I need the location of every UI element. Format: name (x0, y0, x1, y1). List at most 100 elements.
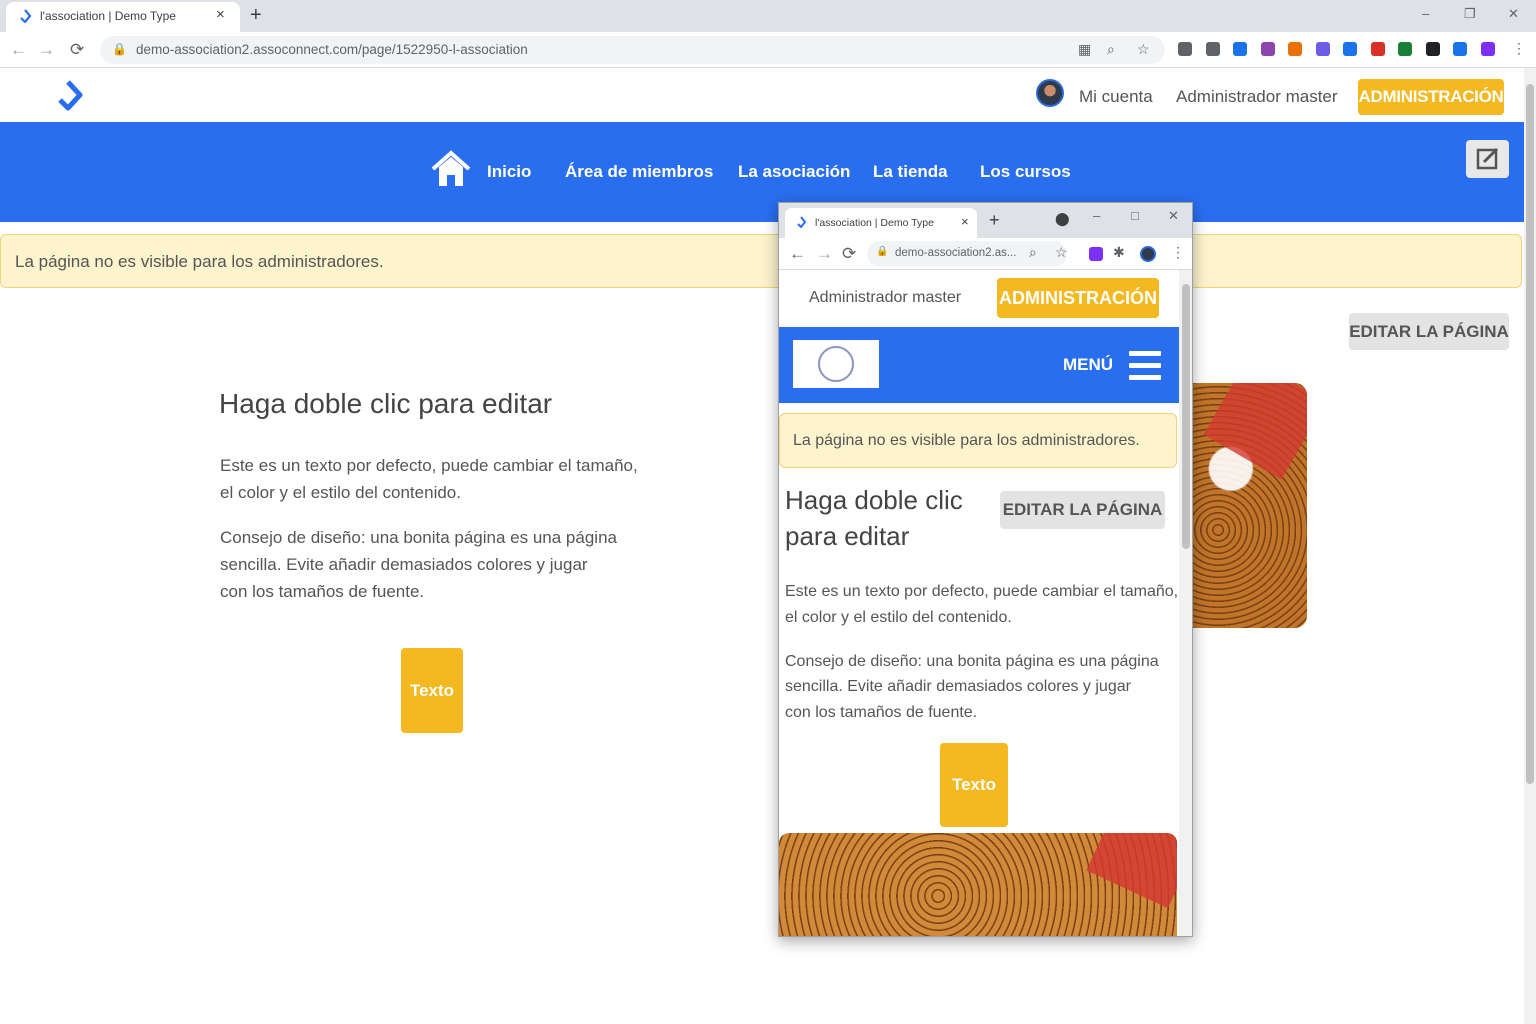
popup-paragraph-line[interactable]: con los tamaños de fuente. (785, 700, 977, 726)
browser-extension-icon[interactable] (1260, 42, 1275, 56)
popup-back-icon[interactable]: ← (789, 244, 806, 264)
popup-edit-page-button[interactable]: EDITAR LA PÁGINA (1000, 491, 1165, 529)
popup-scrollbar-thumb[interactable] (1182, 284, 1190, 549)
bookmark-star-icon[interactable]: ☆ (1137, 41, 1150, 58)
admin-master-link[interactable]: Administrador master (1176, 87, 1338, 107)
popup-paragraph-line[interactable]: sencilla. Evite añadir demasiados colore… (785, 674, 1131, 700)
new-tab-button[interactable]: + (250, 4, 262, 27)
browser-extension-icon[interactable] (1480, 42, 1495, 56)
popup-address-bar[interactable]: 🔒 demo-association2.as... (867, 241, 1067, 267)
paragraph-line[interactable]: Este es un texto por defecto, puede camb… (220, 452, 638, 479)
restore-icon[interactable]: ❐ (1464, 6, 1476, 22)
paragraph-line[interactable]: sencilla. Evite añadir demasiados colore… (220, 551, 588, 578)
popup-scrollbar[interactable] (1179, 270, 1192, 936)
popup-lock-icon: 🔒 (876, 246, 889, 257)
browser-extension-icon[interactable] (1315, 42, 1330, 56)
browser-tab[interactable]: l'association | Demo Type × (6, 2, 240, 32)
popup-restore-icon[interactable]: □ (1131, 208, 1139, 223)
page-title[interactable]: Haga doble clic para editar (219, 388, 552, 420)
zoom-icon[interactable]: ⌕ (1107, 41, 1115, 58)
site-logo-icon[interactable] (54, 78, 86, 114)
browser-extension-icon[interactable] (1398, 42, 1412, 56)
paragraph-line[interactable]: el color y el estilo del contenido. (220, 479, 461, 506)
browser-extension-icon[interactable] (1425, 42, 1440, 56)
page-scrollbar[interactable] (1524, 68, 1536, 1024)
lock-icon: 🔒 (112, 42, 127, 56)
paragraph-line[interactable]: Consejo de diseño: una bonita página es … (220, 524, 617, 551)
browser-extension-icon[interactable] (1343, 42, 1357, 56)
main-navigation: Inicio Área de miembros La asociación La… (0, 122, 1524, 222)
browser-extension-icon[interactable] (1178, 42, 1192, 56)
close-window-icon[interactable]: ✕ (1508, 6, 1519, 22)
browser-extension-icon[interactable] (1453, 42, 1467, 56)
popup-paragraph-line[interactable]: Este es un texto por defecto, puede camb… (785, 579, 1178, 605)
popup-admin-master-link[interactable]: Administrador master (809, 289, 961, 307)
popup-association-logo[interactable] (793, 340, 879, 388)
popup-close-icon[interactable]: ✕ (1168, 208, 1179, 224)
site-header: Mi cuenta Administrador master ADMINISTR… (0, 68, 1524, 122)
avatar[interactable] (1036, 79, 1064, 107)
profile-avatar-icon[interactable] (1140, 246, 1156, 262)
tab-close-icon[interactable]: × (216, 6, 225, 23)
popup-page-title[interactable]: Haga doble clic para editar (785, 482, 975, 554)
minimize-icon[interactable]: – (1422, 6, 1429, 21)
popup-honeycomb-image (779, 833, 1177, 936)
hamburger-menu-icon[interactable] (1129, 351, 1161, 381)
qr-code-icon[interactable]: ▦ (1078, 41, 1091, 58)
popup-browser-tab[interactable]: l'association | Demo Type × (785, 208, 977, 238)
popup-visibility-notice: La página no es visible para los adminis… (779, 413, 1177, 468)
my-account-link[interactable]: Mi cuenta (1079, 87, 1153, 107)
popup-menu-icon[interactable]: ⋮ (1171, 244, 1185, 261)
browser-tab-strip: l'association | Demo Type × + – ❐ ✕ (0, 0, 1536, 32)
popup-administration-button[interactable]: ADMINISTRACIÓN (997, 278, 1159, 318)
edit-pencil-icon (1476, 147, 1499, 170)
home-icon[interactable] (430, 150, 472, 188)
tab-search-icon[interactable]: ⬤ (1055, 211, 1070, 227)
notice-text: La página no es visible para los adminis… (15, 252, 384, 271)
paragraph-line[interactable]: con los tamaños de fuente. (220, 578, 424, 605)
popup-forward-icon[interactable]: → (816, 244, 833, 264)
tab-title: l'association | Demo Type (40, 9, 176, 23)
popup-reload-icon[interactable]: ⟳ (842, 244, 856, 264)
popup-paragraph-line[interactable]: Consejo de diseño: una bonita página es … (785, 649, 1159, 675)
popup-tab-close-icon[interactable]: × (961, 214, 969, 229)
administration-button[interactable]: ADMINISTRACIÓN (1358, 79, 1504, 115)
popup-texto-button[interactable]: Texto (940, 743, 1008, 827)
edit-page-button[interactable]: EDITAR LA PÁGINA (1349, 313, 1509, 350)
popup-tab-title: l'association | Demo Type (815, 217, 934, 229)
nav-item-courses[interactable]: Los cursos (980, 162, 1071, 182)
assoconnect-favicon-icon (797, 216, 807, 228)
edit-mode-button[interactable] (1466, 140, 1509, 178)
reload-icon[interactable]: ⟳ (70, 40, 84, 60)
forward-icon[interactable]: → (38, 40, 55, 60)
nav-item-inicio[interactable]: Inicio (487, 162, 531, 182)
popup-browser-window: l'association | Demo Type × + ⬤ – □ ✕ ← … (778, 202, 1193, 937)
honeycomb-image (1180, 383, 1307, 628)
popup-tab-strip: l'association | Demo Type × + ⬤ – □ ✕ (779, 203, 1192, 238)
visibility-notice: La página no es visible para los adminis… (0, 234, 1522, 288)
popup-star-icon[interactable]: ☆ (1055, 244, 1068, 261)
texto-button[interactable]: Texto (401, 648, 463, 733)
nav-item-shop[interactable]: La tienda (873, 162, 948, 182)
browser-extension-icon[interactable] (1205, 42, 1220, 56)
url-text[interactable]: demo-association2.assoconnect.com/page/1… (136, 42, 528, 57)
popup-navbar: MENÚ (779, 327, 1179, 403)
popup-minimize-icon[interactable]: – (1093, 208, 1100, 223)
extension-icon[interactable] (1089, 247, 1103, 261)
scrollbar-thumb[interactable] (1526, 84, 1534, 784)
address-bar[interactable]: 🔒 demo-association2.assoconnect.com/page… (100, 36, 1165, 64)
nav-item-members-area[interactable]: Área de miembros (565, 162, 713, 182)
browser-menu-icon[interactable]: ⋮ (1512, 40, 1526, 57)
popup-menu-label[interactable]: MENÚ (1063, 355, 1113, 375)
extensions-puzzle-icon[interactable]: ✱ (1113, 244, 1125, 261)
browser-extension-icon[interactable] (1370, 42, 1385, 56)
browser-toolbar: ← → ⟳ 🔒 demo-association2.assoconnect.co… (0, 32, 1536, 68)
popup-new-tab-button[interactable]: + (989, 210, 1000, 231)
nav-item-association[interactable]: La asociación (738, 162, 850, 182)
popup-url-text[interactable]: demo-association2.as... (895, 247, 1016, 259)
popup-paragraph-line[interactable]: el color y el estilo del contenido. (785, 605, 1012, 631)
browser-extension-icon[interactable] (1288, 42, 1302, 56)
browser-extension-icon[interactable] (1233, 42, 1247, 56)
popup-zoom-icon[interactable]: ⌕ (1029, 244, 1037, 261)
back-icon[interactable]: ← (10, 40, 27, 60)
